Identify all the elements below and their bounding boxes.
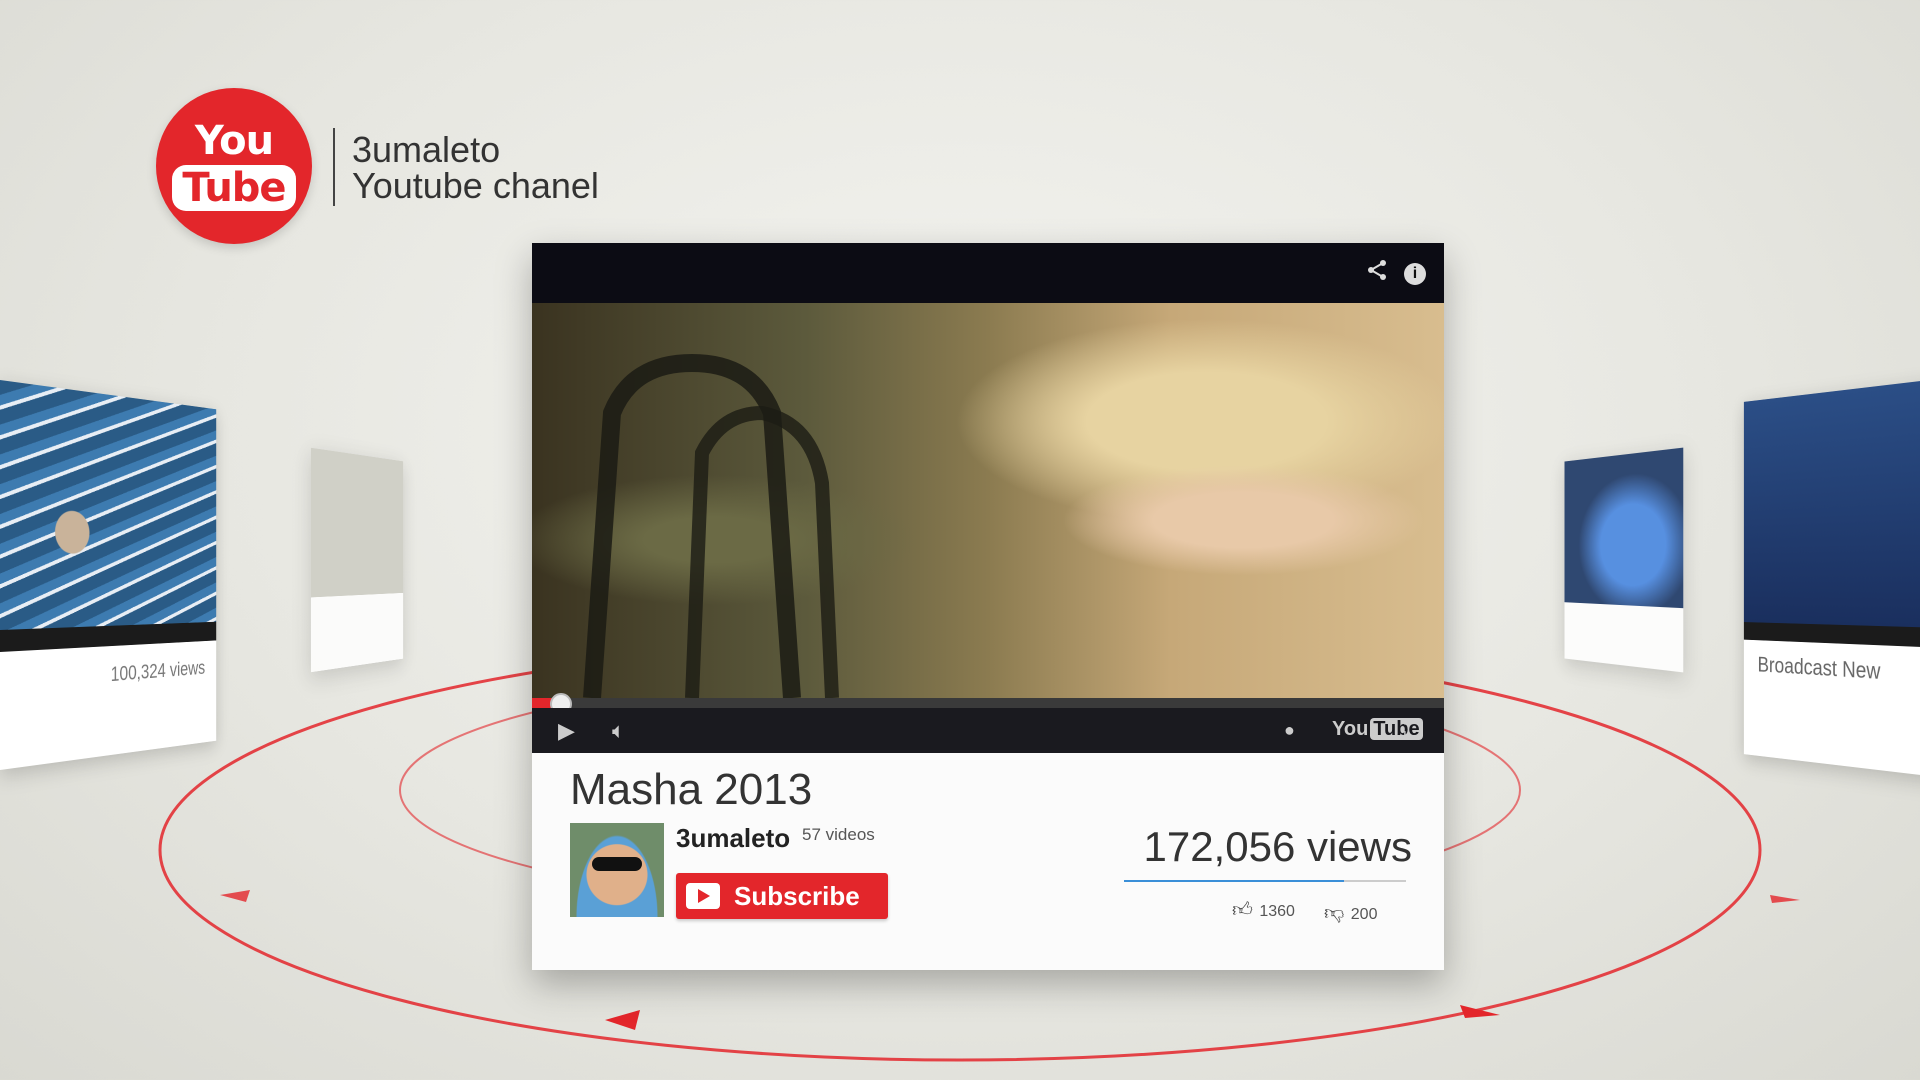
video-thumbnail xyxy=(0,380,217,630)
volume-icon[interactable]: 🔈︎ xyxy=(612,718,625,744)
thumbs-up-icon: 👍︎ xyxy=(1232,899,1253,921)
video-scene-railing xyxy=(583,353,839,698)
logo-you-text: You xyxy=(194,118,274,164)
video-thumbnail xyxy=(1564,447,1684,609)
youtube-logo: You Tube xyxy=(156,88,312,244)
like-button[interactable]: 👍︎ 1360 xyxy=(1232,898,1295,922)
avatar[interactable] xyxy=(570,823,664,917)
side-video-card-left-far[interactable] xyxy=(310,447,404,673)
video-count: 57 videos xyxy=(802,825,875,844)
side-video-card-right-far[interactable] xyxy=(1564,447,1684,673)
player-logo-you: You xyxy=(1332,718,1369,740)
avatar-glasses xyxy=(592,857,642,871)
share-icon[interactable] xyxy=(1366,259,1388,288)
fullscreen-icon[interactable]: ⛶ xyxy=(1404,716,1421,744)
video-thumbnail xyxy=(1743,378,1920,628)
side-video-card-left[interactable]: 100,324 views xyxy=(0,380,217,770)
dislike-button[interactable]: 👎︎ 200 xyxy=(1324,901,1377,925)
video-title: Masha 2013 xyxy=(570,765,813,814)
video-progress-bar[interactable] xyxy=(532,693,1444,715)
channel-branding-name: 3umaleto xyxy=(352,129,501,170)
youtube-play-icon xyxy=(686,883,720,909)
play-icon[interactable]: ▶ xyxy=(558,718,575,744)
channel-branding: 3umaleto Youtube chanel xyxy=(352,132,599,204)
like-ratio-bar xyxy=(1124,880,1406,882)
side-video-card-right[interactable]: Broadcast New xyxy=(1743,378,1920,778)
settings-icon[interactable]: ● xyxy=(1284,720,1295,741)
main-video-card: i ▶ 🔈︎ ● You Tube ⛶ Masha 2013 3umaleto 5… xyxy=(532,243,1444,970)
subscribe-button[interactable]: Subscribe xyxy=(676,873,888,919)
channel-branding-subtitle: Youtube chanel xyxy=(352,165,599,206)
like-ratio-fill xyxy=(1124,880,1344,882)
video-frame[interactable] xyxy=(532,303,1444,698)
side-video-title: Broadcast New xyxy=(1757,652,1881,685)
subscribe-label: Subscribe xyxy=(734,880,860,911)
thumbs-down-icon: 👎︎ xyxy=(1324,902,1345,924)
logo-tube-text: Tube xyxy=(172,165,296,211)
video-top-bar: i xyxy=(532,243,1444,303)
info-icon[interactable]: i xyxy=(1404,263,1426,285)
like-count: 1360 xyxy=(1259,903,1295,920)
view-count: 172,056 views xyxy=(1143,823,1412,870)
video-thumbnail xyxy=(310,447,404,598)
player-controls: ▶ 🔈︎ ● You Tube ⛶ xyxy=(532,708,1444,753)
dislike-count: 200 xyxy=(1350,906,1378,923)
brand-divider xyxy=(333,128,335,206)
channel-name[interactable]: 3umaleto xyxy=(676,823,790,854)
